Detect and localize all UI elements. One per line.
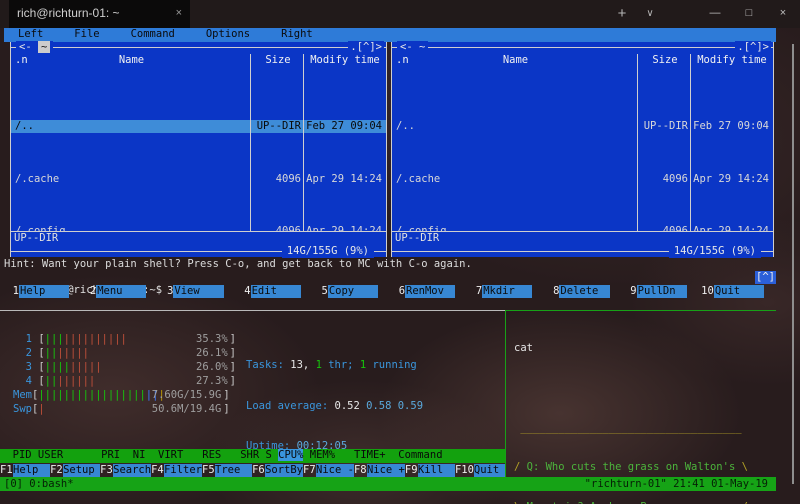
column-divider: [250, 54, 251, 231]
tab-dropdown-icon[interactable]: ∨: [636, 0, 664, 28]
panel-mini-status: UP--DIR: [392, 232, 773, 245]
function-key-button[interactable]: F7 Nice -: [303, 464, 354, 477]
htop-meters: 1 [|||||||||||||35.3%] 2 [|||||||26.1%] …: [12, 332, 236, 416]
column-divider: [690, 54, 691, 231]
function-key-button[interactable]: F1 Help: [0, 464, 50, 477]
panel-top-border: <- ~ .[^]>: [392, 42, 773, 54]
sort-indicator: .n: [15, 54, 28, 67]
terminal-content: Left File Command Options Right <- ~ .[^]> .…: [0, 28, 800, 504]
htop-function-key-bar: F1 Help F2 Setup F3 Search: [0, 464, 505, 477]
function-key-button[interactable]: F2 Setup: [50, 464, 100, 477]
tmux-bottom-panes: 1 [|||||||||||||35.3%] 2 [|||||||26.1%] …: [0, 310, 776, 477]
history-up-badge[interactable]: [^]: [755, 271, 776, 284]
close-icon[interactable]: ×: [766, 0, 800, 28]
load-average-line: Load average: 0.52 0.58 0.59: [246, 399, 423, 413]
mc-hint-line: Hint: Want your plain shell? Press C-o, …: [4, 258, 472, 271]
windows-terminal-window: rich@richturn-01: ~ × + ∨ — □ × Left File…: [0, 0, 800, 504]
mc-menubar: Left File Command Options Right: [4, 28, 776, 42]
tmux-session-window[interactable]: [0] 0:bash*: [4, 477, 74, 491]
panel-bottom-border: 14G/155G (9%): [11, 245, 386, 257]
column-size[interactable]: Size: [252, 54, 304, 67]
function-key-button[interactable]: 8 Delete: [544, 285, 621, 298]
column-modify-time[interactable]: Modify time: [304, 54, 386, 67]
titlebar: rich@richturn-01: ~ × + ∨ — □ ×: [0, 0, 800, 28]
mc-menu-item[interactable]: Left: [18, 28, 43, 42]
panel-corner-controls[interactable]: .[^]>: [735, 41, 771, 54]
swap-meter: Swp[|50.6M/19.4G]: [12, 402, 236, 416]
function-key-button[interactable]: F8 Nice +: [354, 464, 405, 477]
function-key-button[interactable]: 9 PullDn: [622, 285, 699, 298]
function-key-button[interactable]: F10 Quit: [455, 464, 505, 477]
function-key-button[interactable]: 6 RenMov: [390, 285, 467, 298]
tab-close-icon[interactable]: ×: [176, 7, 182, 20]
function-key-button[interactable]: 1 Help: [4, 285, 81, 298]
function-key-button[interactable]: F3 Search: [100, 464, 151, 477]
mc-menu-item[interactable]: Options: [206, 28, 250, 42]
file-row[interactable]: /.cache 4096 Apr 29 14:24: [11, 173, 386, 186]
minimize-icon[interactable]: —: [698, 0, 732, 28]
terminal-tab[interactable]: rich@richturn-01: ~ ×: [9, 0, 190, 28]
column-divider: [637, 54, 638, 231]
cpu-meter: 4 [||||||||27.3%]: [12, 374, 236, 388]
panel-path[interactable]: <- ~: [16, 41, 53, 54]
panel-corner-controls[interactable]: .[^]>: [348, 41, 384, 54]
sort-indicator: .n: [396, 54, 409, 67]
panel-mini-status: UP--DIR: [11, 232, 386, 245]
panel-top-border: <- ~ .[^]>: [11, 42, 386, 54]
function-key-button[interactable]: 5 Copy: [313, 285, 390, 298]
current-directory: ~: [38, 41, 50, 53]
window-controls: — □ ×: [698, 0, 800, 28]
maximize-icon[interactable]: □: [732, 0, 766, 28]
sort-column-cpu[interactable]: CPU%: [278, 449, 303, 461]
column-modify-time[interactable]: Modify time: [691, 54, 773, 67]
free-space-label: 14G/155G (9%): [282, 245, 374, 258]
column-name[interactable]: Name: [503, 54, 528, 66]
function-key-button[interactable]: 3 View: [158, 285, 235, 298]
file-list: /.. UP--DIR Feb 27 09:04 /.cache 4096 Ap…: [11, 67, 386, 231]
panel-bottom-border: 14G/155G (9%): [392, 245, 773, 257]
column-divider: [303, 54, 304, 231]
function-key-button[interactable]: 10 Quit: [699, 285, 776, 298]
tasks-line: Tasks: 13, 1 thr; 1 running: [246, 358, 423, 372]
current-directory: ~: [419, 41, 425, 53]
file-row[interactable]: /.cache 4096 Apr 29 14:24: [392, 173, 773, 186]
mc-menu-item[interactable]: File: [74, 28, 99, 42]
tmux-host-clock: "richturn-01" 21:41 01-May-19: [585, 477, 768, 491]
mc-right-panel: <- ~ .[^]> .n Name Size Modify time /.. U…: [391, 42, 774, 257]
shell-pane[interactable]: cat ___________________________________ …: [505, 310, 776, 477]
memory-meter: Mem[||||||||||||||||||||7.60G/15.9G]: [12, 388, 236, 402]
command-text: cat: [514, 342, 776, 355]
mc-menu-item[interactable]: Right: [281, 28, 313, 42]
mc-menu-item[interactable]: Command: [131, 28, 175, 42]
process-table-header[interactable]: PID USER PRI NI VIRT RES SHR S CPU% MEM%…: [0, 449, 505, 462]
cpu-meter: 3 [|||||||||26.0%]: [12, 360, 236, 374]
mc-left-panel: <- ~ .[^]> .n Name Size Modify time /.. U…: [10, 42, 387, 257]
new-tab-icon[interactable]: +: [608, 0, 636, 28]
mc-function-key-bar: 1 Help 2 Menu 3 View 4 Edit: [4, 285, 776, 298]
function-key-button[interactable]: 7 Mkdir: [467, 285, 544, 298]
cpu-meter: 2 [|||||||26.1%]: [12, 346, 236, 360]
panel-column-headers: .n Name Size Modify time: [11, 54, 386, 67]
free-space-label: 14G/155G (9%): [669, 245, 761, 258]
cpu-meter: 1 [|||||||||||||35.3%]: [12, 332, 236, 346]
cowsay-bubble-line: / Q: Who cuts the grass on Walton's \: [514, 461, 776, 474]
function-key-button[interactable]: 2 Menu: [81, 285, 158, 298]
function-key-button[interactable]: F5 Tree: [202, 464, 252, 477]
cowsay-bubble-top: ___________________________________: [514, 422, 776, 435]
column-name[interactable]: Name: [119, 54, 144, 66]
panel-path[interactable]: <- ~: [397, 41, 428, 54]
column-size[interactable]: Size: [639, 54, 691, 67]
tmux-status-bar: [0] 0:bash* "richturn-01" 21:41 01-May-1…: [0, 477, 776, 491]
panel-column-headers: .n Name Size Modify time: [392, 54, 773, 67]
file-row[interactable]: /.. UP--DIR Feb 27 09:04: [11, 120, 386, 133]
function-key-button[interactable]: F9 Kill: [405, 464, 455, 477]
function-key-button[interactable]: F4 Filter: [151, 464, 202, 477]
file-list: /.. UP--DIR Feb 27 09:04 /.cache 4096 Ap…: [392, 67, 773, 231]
file-row[interactable]: /.. UP--DIR Feb 27 09:04: [392, 120, 773, 133]
htop-pane[interactable]: 1 [|||||||||||||35.3%] 2 [|||||||26.1%] …: [0, 310, 505, 477]
scrollbar[interactable]: [792, 44, 794, 484]
function-key-button[interactable]: F6 SortBy: [252, 464, 303, 477]
tab-title: rich@richturn-01: ~: [17, 7, 168, 20]
function-key-button[interactable]: 4 Edit: [236, 285, 313, 298]
